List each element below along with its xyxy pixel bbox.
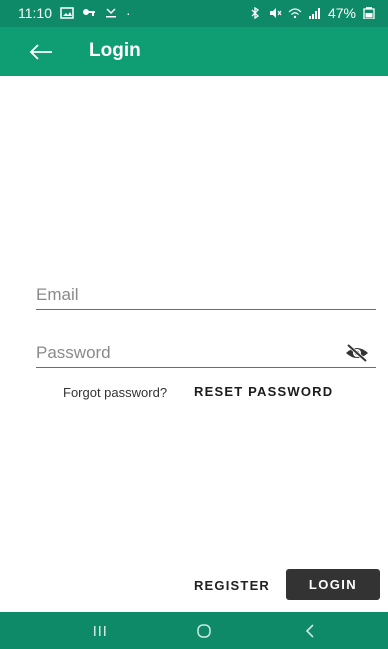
status-bar: 11:10 · 47% [0, 0, 388, 27]
battery-icon [363, 7, 375, 19]
login-button[interactable]: LOGIN [286, 569, 380, 600]
reset-password-row: Forgot password? RESET PASSWORD [0, 384, 388, 402]
home-icon [197, 623, 211, 638]
email-field[interactable] [36, 282, 376, 310]
battery-percent: 47% [327, 5, 356, 21]
signal-icon [308, 8, 320, 19]
download-icon [106, 8, 116, 18]
page-title: Login [89, 40, 141, 61]
image-icon [60, 7, 74, 19]
wifi-icon [288, 8, 302, 19]
password-input[interactable] [36, 340, 336, 366]
recent-apps-button[interactable] [70, 612, 130, 649]
status-dot: · [126, 5, 131, 21]
status-bar-left: 11:10 · [18, 5, 131, 21]
app-bar: Login [0, 27, 388, 76]
status-time: 11:10 [18, 5, 52, 21]
bluetooth-icon [251, 7, 259, 19]
eye-off-icon[interactable] [344, 343, 370, 363]
mute-icon [269, 8, 282, 18]
key-icon [83, 9, 95, 16]
navigation-bar [0, 612, 388, 649]
home-button[interactable] [174, 612, 234, 649]
recent-apps-icon [94, 625, 106, 636]
nav-back-button[interactable] [280, 612, 340, 649]
reset-password-button[interactable]: RESET PASSWORD [194, 384, 333, 399]
arrow-left-icon [29, 44, 52, 60]
forgot-password-text: Forgot password? [63, 385, 168, 400]
password-field[interactable] [36, 340, 376, 368]
email-input[interactable] [36, 282, 336, 308]
status-bar-right: 47% [248, 5, 376, 21]
register-button[interactable]: REGISTER [190, 572, 274, 600]
chevron-left-icon [305, 623, 314, 638]
back-button[interactable] [26, 39, 56, 65]
